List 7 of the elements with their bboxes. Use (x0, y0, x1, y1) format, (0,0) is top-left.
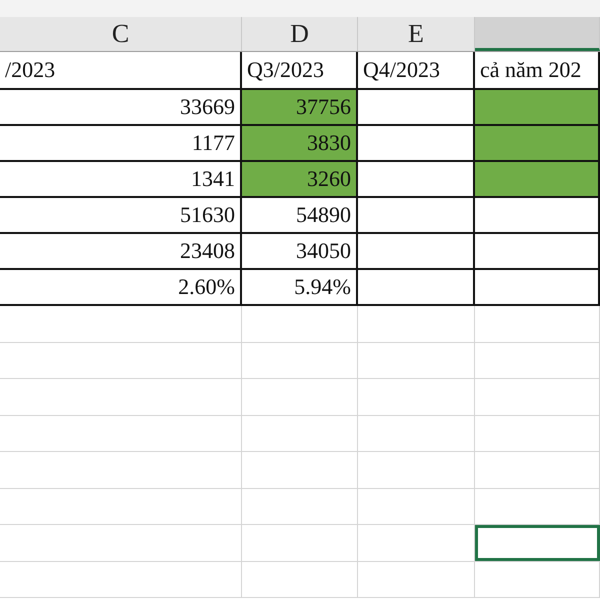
column-header[interactable] (475, 17, 600, 51)
column-header[interactable]: D (242, 17, 358, 51)
selected-cell[interactable] (475, 525, 600, 560)
table-cell: 3830 (242, 126, 358, 160)
column-header[interactable]: C (0, 17, 242, 51)
table-cell: 3260 (242, 162, 358, 196)
table-cell: 37756 (242, 90, 358, 124)
